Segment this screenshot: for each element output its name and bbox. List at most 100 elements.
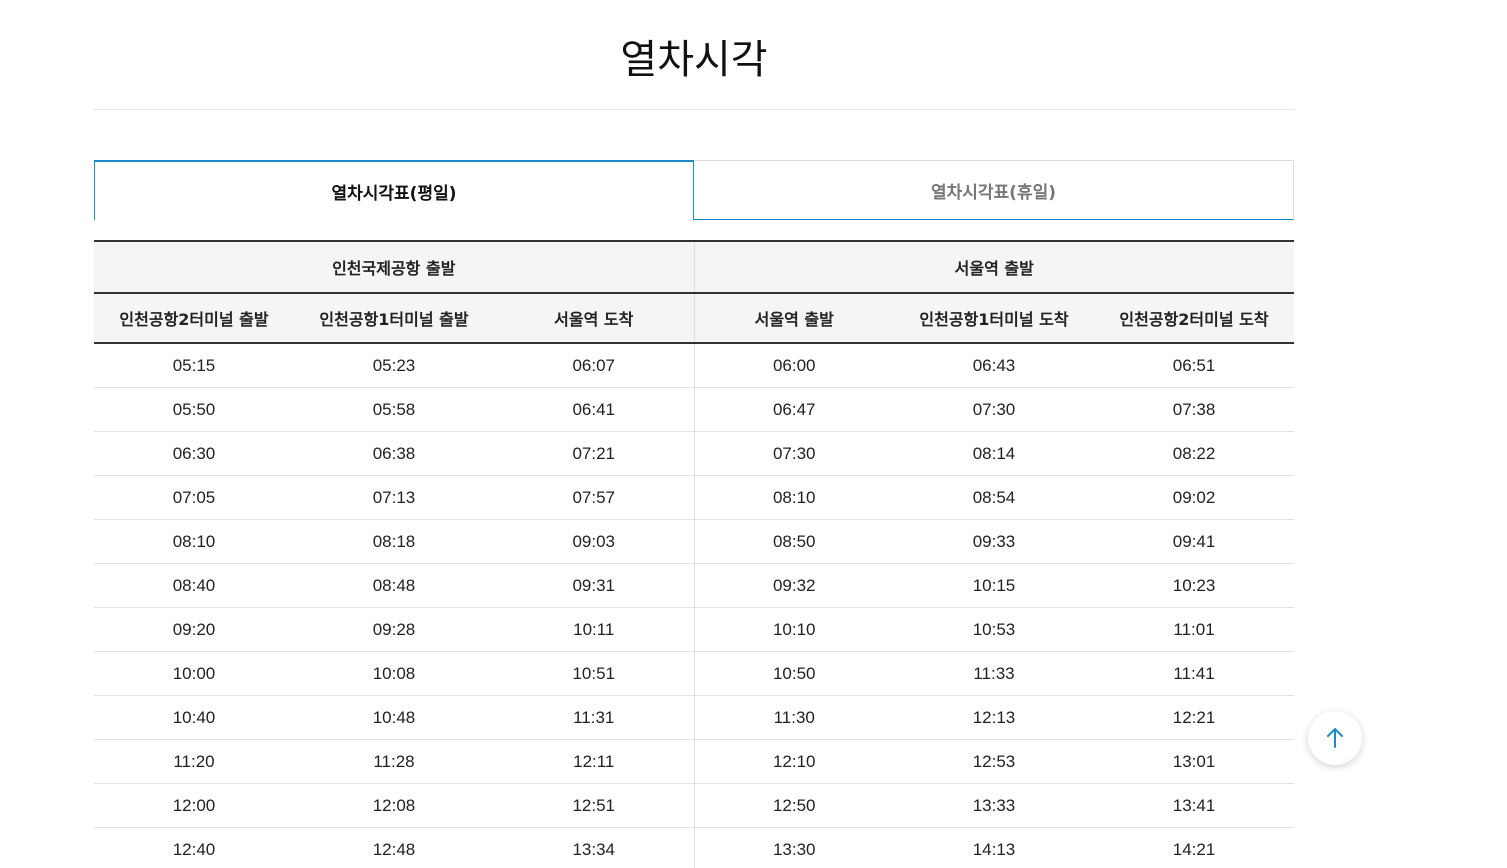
table-row: 12:40 12:48 13:34 13:30 14:13 14:21 xyxy=(94,827,1295,868)
time-cell: 11:28 xyxy=(294,739,494,784)
time-cell: 08:48 xyxy=(294,563,494,608)
timetable-tabs: 열차시각표(평일) 열차시각표(휴일) xyxy=(94,160,1294,220)
arrow-up-icon xyxy=(1327,728,1343,748)
time-cell: 13:01 xyxy=(1094,739,1295,784)
time-cell: 10:40 xyxy=(94,695,294,740)
tab-weekday[interactable]: 열차시각표(평일) xyxy=(94,160,694,220)
time-cell: 07:30 xyxy=(693,431,894,476)
column-header: 인천공항2터미널 출발 xyxy=(94,293,294,344)
time-cell: 09:31 xyxy=(494,563,694,608)
time-cell: 11:31 xyxy=(494,695,694,740)
table-row: 07:05 07:13 07:57 08:10 08:54 09:02 xyxy=(94,475,1295,520)
timetable: 인천국제공항 출발 서울역 출발 인천공항2터미널 출발 인천공항1터미널 출발… xyxy=(94,240,1295,868)
time-cell: 07:21 xyxy=(494,431,694,476)
time-cell: 06:47 xyxy=(693,387,894,432)
time-cell: 07:13 xyxy=(294,475,494,520)
column-header: 인천공항1터미널 출발 xyxy=(294,293,494,344)
time-cell: 11:01 xyxy=(1094,607,1295,652)
time-cell: 08:10 xyxy=(94,519,294,564)
group-header-incheon-departure: 인천국제공항 출발 xyxy=(94,240,694,294)
time-cell: 11:20 xyxy=(94,739,294,784)
time-cell: 08:50 xyxy=(693,519,894,564)
page-title: 열차시각 xyxy=(620,37,768,83)
time-cell: 09:32 xyxy=(693,563,894,608)
time-cell: 08:10 xyxy=(693,475,894,520)
time-cell: 09:02 xyxy=(1094,475,1295,520)
time-cell: 07:57 xyxy=(494,475,694,520)
time-cell: 08:54 xyxy=(894,475,1094,520)
time-cell: 10:11 xyxy=(494,607,694,652)
time-cell: 06:30 xyxy=(94,431,294,476)
time-cell: 09:03 xyxy=(494,519,694,564)
time-cell: 13:34 xyxy=(494,827,694,868)
table-row: 10:00 10:08 10:51 10:50 11:33 11:41 xyxy=(94,651,1295,696)
time-cell: 10:00 xyxy=(94,651,294,696)
time-cell: 10:10 xyxy=(693,607,894,652)
time-cell: 10:50 xyxy=(693,651,894,696)
time-cell: 09:41 xyxy=(1094,519,1295,564)
time-cell: 05:15 xyxy=(94,343,294,388)
time-cell: 14:21 xyxy=(1094,827,1295,868)
time-cell: 13:30 xyxy=(693,827,894,868)
column-header: 인천공항1터미널 도착 xyxy=(894,293,1094,344)
page-header: 열차시각 xyxy=(94,0,1294,110)
time-cell: 12:53 xyxy=(894,739,1094,784)
time-cell: 09:33 xyxy=(894,519,1094,564)
time-cell: 13:33 xyxy=(894,783,1094,828)
time-cell: 12:11 xyxy=(494,739,694,784)
time-cell: 12:48 xyxy=(294,827,494,868)
time-cell: 08:40 xyxy=(94,563,294,608)
time-cell: 14:13 xyxy=(894,827,1094,868)
table-row: 05:50 05:58 06:41 06:47 07:30 07:38 xyxy=(94,387,1295,432)
time-cell: 12:50 xyxy=(693,783,894,828)
time-cell: 12:00 xyxy=(94,783,294,828)
time-cell: 10:08 xyxy=(294,651,494,696)
table-row: 08:10 08:18 09:03 08:50 09:33 09:41 xyxy=(94,519,1295,564)
time-cell: 11:33 xyxy=(894,651,1094,696)
timetable-body: 05:15 05:23 06:07 06:00 06:43 06:51 05:50 05:58… xyxy=(94,343,1295,868)
time-cell: 07:05 xyxy=(94,475,294,520)
table-row: 06:30 06:38 07:21 07:30 08:14 08:22 xyxy=(94,431,1295,476)
time-cell: 12:08 xyxy=(294,783,494,828)
table-row: 10:40 10:48 11:31 11:30 12:13 12:21 xyxy=(94,695,1295,740)
time-cell: 10:53 xyxy=(894,607,1094,652)
time-cell: 12:10 xyxy=(693,739,894,784)
time-cell: 05:23 xyxy=(294,343,494,388)
time-cell: 09:20 xyxy=(94,607,294,652)
time-cell: 11:41 xyxy=(1094,651,1295,696)
time-cell: 06:38 xyxy=(294,431,494,476)
time-cell: 10:15 xyxy=(894,563,1094,608)
time-cell: 12:21 xyxy=(1094,695,1295,740)
page: 열차시각 열차시각표(평일) 열차시각표(휴일) 인천국제공항 출발 서울역 출… xyxy=(0,0,1507,868)
tab-holiday[interactable]: 열차시각표(휴일) xyxy=(694,160,1294,220)
time-cell: 07:38 xyxy=(1094,387,1295,432)
time-cell: 08:14 xyxy=(894,431,1094,476)
table-row: 05:15 05:23 06:07 06:00 06:43 06:51 xyxy=(94,343,1295,388)
time-cell: 13:41 xyxy=(1094,783,1295,828)
time-cell: 06:41 xyxy=(494,387,694,432)
time-cell: 12:13 xyxy=(894,695,1094,740)
column-header: 서울역 출발 xyxy=(693,293,894,344)
time-cell: 06:00 xyxy=(693,343,894,388)
time-cell: 06:07 xyxy=(494,343,694,388)
time-cell: 09:28 xyxy=(294,607,494,652)
time-cell: 06:43 xyxy=(894,343,1094,388)
column-header: 서울역 도착 xyxy=(494,293,694,344)
time-cell: 08:22 xyxy=(1094,431,1295,476)
table-row: 09:20 09:28 10:11 10:10 10:53 11:01 xyxy=(94,607,1295,652)
table-row: 12:00 12:08 12:51 12:50 13:33 13:41 xyxy=(94,783,1295,828)
group-header-row: 인천국제공항 출발 서울역 출발 xyxy=(94,240,1295,294)
time-cell: 08:18 xyxy=(294,519,494,564)
time-cell: 12:40 xyxy=(94,827,294,868)
table-row: 11:20 11:28 12:11 12:10 12:53 13:01 xyxy=(94,739,1295,784)
time-cell: 12:51 xyxy=(494,783,694,828)
time-cell: 07:30 xyxy=(894,387,1094,432)
scroll-to-top-button[interactable] xyxy=(1308,711,1362,765)
time-cell: 11:30 xyxy=(693,695,894,740)
time-cell: 05:58 xyxy=(294,387,494,432)
time-cell: 10:48 xyxy=(294,695,494,740)
time-cell: 10:23 xyxy=(1094,563,1295,608)
group-header-seoul-departure: 서울역 출발 xyxy=(693,240,1295,294)
time-cell: 06:51 xyxy=(1094,343,1295,388)
table-row: 08:40 08:48 09:31 09:32 10:15 10:23 xyxy=(94,563,1295,608)
